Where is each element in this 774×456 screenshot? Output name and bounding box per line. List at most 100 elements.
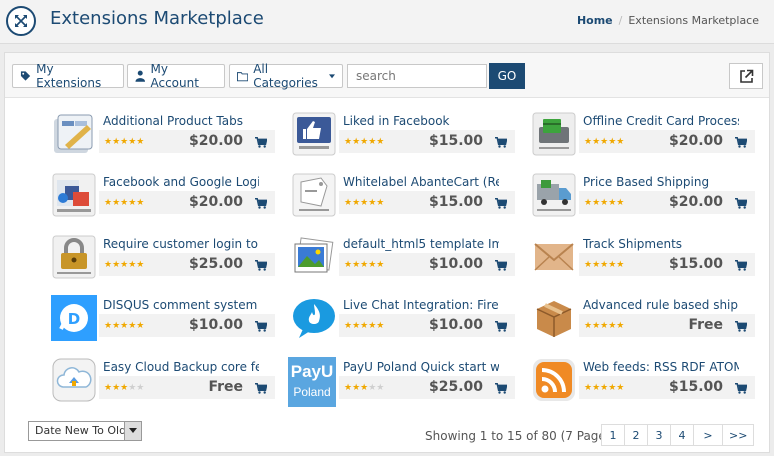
cart-icon[interactable] xyxy=(495,196,508,214)
rss-feed-icon[interactable] xyxy=(531,357,577,403)
product-card[interactable]: default_html5 template Imag ★★★★★ $10.00 xyxy=(291,230,521,288)
product-name[interactable]: Whitelabel AbanteCart (Remo xyxy=(343,175,499,189)
product-card[interactable]: PayU Poland PayU Poland Quick start with ★★… xyxy=(288,353,521,411)
padlock-icon[interactable] xyxy=(51,234,97,280)
product-price: $10.00 xyxy=(428,317,483,333)
product-card[interactable]: Track Shipments ★★★★★ $15.00 xyxy=(531,230,761,288)
price-bar: ★★★★★ $15.00 xyxy=(579,376,755,399)
page-link[interactable]: 2 xyxy=(624,424,648,446)
cart-icon[interactable] xyxy=(495,381,508,399)
cart-icon[interactable] xyxy=(735,196,748,214)
marketplace-panel: My Extensions My Account All Categories … xyxy=(4,52,770,453)
top-bar: Extensions Marketplace Home / Extensions M… xyxy=(0,0,774,44)
cart-icon[interactable] xyxy=(255,381,268,399)
product-card[interactable]: Easy Cloud Backup core featu ★★★★★ Free xyxy=(51,353,281,411)
product-card[interactable]: Offline Credit Card Processin ★★★★★ $20.00 xyxy=(531,107,761,165)
product-card[interactable]: Additional Product Tabs ★★★★★ $20.00 xyxy=(51,107,281,165)
product-name[interactable]: Track Shipments xyxy=(583,237,739,251)
cloud-backup-icon[interactable] xyxy=(51,357,97,403)
product-price: $20.00 xyxy=(188,133,243,149)
product-card[interactable]: Liked in Facebook ★★★★★ $15.00 xyxy=(291,107,521,165)
breadcrumb-home-link[interactable]: Home xyxy=(577,14,613,27)
cart-icon[interactable] xyxy=(495,135,508,153)
chat-flame-icon[interactable] xyxy=(291,295,337,341)
page-link[interactable]: 1 xyxy=(601,424,625,446)
cart-icon[interactable] xyxy=(735,135,748,153)
price-bar: ★★★★★ $10.00 xyxy=(339,253,515,276)
sort-select[interactable]: Date New To Old xyxy=(28,421,142,441)
page-link[interactable]: 3 xyxy=(647,424,671,446)
product-name[interactable]: Advanced rule based shippin xyxy=(583,298,739,312)
product-name[interactable]: Require customer login to ac xyxy=(103,237,259,251)
package-box-icon[interactable] xyxy=(531,295,577,341)
product-name[interactable]: Price Based Shipping xyxy=(583,175,739,189)
product-name[interactable]: Live Chat Integration: Firehos xyxy=(343,298,499,312)
cart-icon[interactable] xyxy=(495,319,508,337)
product-name[interactable]: default_html5 template Imag xyxy=(343,237,499,251)
folder-icon xyxy=(237,71,249,81)
product-name[interactable]: Facebook and Google Login xyxy=(103,175,259,189)
external-link-icon xyxy=(739,69,753,83)
cart-icon[interactable] xyxy=(495,258,508,276)
cart-icon[interactable] xyxy=(255,319,268,337)
product-card[interactable]: Advanced rule based shippin ★★★★★ Free xyxy=(531,291,761,349)
whitelabel-icon[interactable] xyxy=(291,172,337,218)
rating-stars: ★★★★★ xyxy=(344,382,385,392)
rating-stars: ★★★★★ xyxy=(584,320,625,330)
facebook-like-icon[interactable] xyxy=(291,111,337,157)
categories-dropdown[interactable]: All Categories xyxy=(229,62,343,90)
product-card[interactable]: D DISQUS comment system Inte ★★★★★ $10.00 xyxy=(51,291,281,349)
price-bar: ★★★★★ Free xyxy=(99,376,275,399)
social-login-icon[interactable] xyxy=(51,172,97,218)
cart-icon[interactable] xyxy=(255,135,268,153)
image-gallery-icon[interactable] xyxy=(291,234,337,280)
product-name[interactable]: Offline Credit Card Processin xyxy=(583,114,739,128)
envelope-icon[interactable] xyxy=(531,234,577,280)
expand-icon[interactable] xyxy=(6,6,36,36)
payu-icon[interactable]: PayU Poland xyxy=(288,357,336,407)
price-bar: ★★★★★ $25.00 xyxy=(339,376,515,399)
product-card[interactable]: Web feeds: RSS RDF ATOM Go ★★★★★ $15.00 xyxy=(531,353,761,411)
select-arrow-icon xyxy=(124,422,141,440)
cart-icon[interactable] xyxy=(735,381,748,399)
product-price: $20.00 xyxy=(668,194,723,210)
page-link[interactable]: 4 xyxy=(670,424,694,446)
credit-card-icon[interactable] xyxy=(531,111,577,157)
cart-icon[interactable] xyxy=(255,196,268,214)
rating-stars: ★★★★★ xyxy=(104,136,145,146)
shipping-truck-icon[interactable] xyxy=(531,172,577,218)
product-name[interactable]: DISQUS comment system Inte xyxy=(103,298,259,312)
product-card[interactable]: Live Chat Integration: Firehos ★★★★★ $10.0… xyxy=(291,291,521,349)
search-input[interactable] xyxy=(347,64,487,88)
external-link-button[interactable] xyxy=(729,63,763,89)
page-link[interactable]: > xyxy=(693,424,723,446)
cart-icon[interactable] xyxy=(255,258,268,276)
product-name[interactable]: Additional Product Tabs xyxy=(103,114,259,128)
sort-selected-value: Date New To Old xyxy=(35,424,127,437)
product-name[interactable]: Web feeds: RSS RDF ATOM Go xyxy=(583,360,739,374)
product-card[interactable]: Price Based Shipping ★★★★★ $20.00 xyxy=(531,168,761,226)
cart-icon[interactable] xyxy=(735,258,748,276)
rating-stars: ★★★★★ xyxy=(104,259,145,269)
rating-stars: ★★★★★ xyxy=(104,382,145,392)
product-name[interactable]: Liked in Facebook xyxy=(343,114,499,128)
price-bar: ★★★★★ $20.00 xyxy=(99,130,275,153)
my-account-button[interactable]: My Account xyxy=(127,62,225,90)
product-card[interactable]: Facebook and Google Login ★★★★★ $20.00 xyxy=(51,168,281,226)
my-extensions-button[interactable]: My Extensions xyxy=(12,62,124,90)
tabs-icon[interactable] xyxy=(51,111,97,157)
price-bar: ★★★★★ $25.00 xyxy=(99,253,275,276)
payu-logo-subtext: Poland xyxy=(293,385,331,399)
go-button[interactable]: GO xyxy=(489,63,525,89)
product-card[interactable]: Require customer login to ac ★★★★★ $25.00 xyxy=(51,230,281,288)
cart-icon[interactable] xyxy=(735,319,748,337)
product-price: $20.00 xyxy=(188,194,243,210)
product-price: $15.00 xyxy=(668,379,723,395)
disqus-icon[interactable]: D xyxy=(51,295,97,341)
product-card[interactable]: Whitelabel AbanteCart (Remo ★★★★★ $15.00 xyxy=(291,168,521,226)
product-name[interactable]: PayU Poland Quick start with xyxy=(343,360,499,374)
page-link[interactable]: >> xyxy=(722,424,755,446)
tags-icon xyxy=(20,71,31,81)
product-name[interactable]: Easy Cloud Backup core featu xyxy=(103,360,259,374)
price-bar: ★★★★★ $15.00 xyxy=(339,130,515,153)
